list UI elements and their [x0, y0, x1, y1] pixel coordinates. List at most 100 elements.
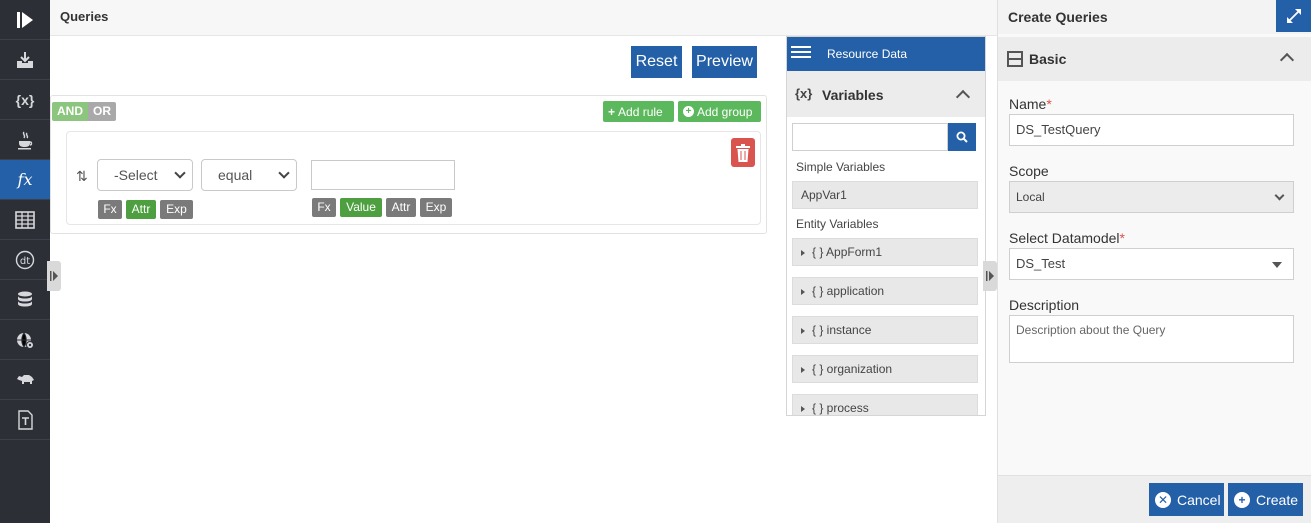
description-label: Description	[1009, 297, 1080, 313]
create-panel-title: Create Queries	[1008, 9, 1108, 25]
scope-select[interactable]: Local	[1009, 181, 1294, 213]
right-tag-exp[interactable]: Exp	[420, 198, 452, 217]
entity-variable-item[interactable]: { } process	[792, 394, 978, 415]
text-document-icon	[18, 409, 33, 430]
app-root: {x} fx dt Queries Reset Preview AND OR +…	[0, 0, 1311, 523]
cancel-button[interactable]: ✕ Cancel	[1149, 483, 1224, 516]
caret-right-icon	[801, 328, 805, 334]
rail-item-functions[interactable]: fx	[0, 160, 50, 200]
trash-icon	[736, 143, 750, 162]
entity-variable-label: { } organization	[812, 362, 893, 376]
right-tag-value[interactable]: Value	[340, 198, 382, 217]
cancel-label: Cancel	[1177, 491, 1221, 508]
close-circle-icon: ✕	[1155, 491, 1171, 508]
chevron-up-icon[interactable]	[1279, 52, 1295, 68]
add-group-button[interactable]: + Add group	[678, 101, 761, 122]
create-panel-header: Create Queries	[998, 0, 1311, 34]
globe-gear-icon	[17, 332, 34, 349]
plus-icon: +	[608, 104, 616, 119]
operator-select-value: equal	[218, 167, 253, 183]
chevron-down-icon	[174, 167, 186, 179]
right-tag-fx[interactable]: Fx	[312, 198, 336, 217]
entity-variable-label: { } AppForm1	[812, 245, 883, 259]
add-group-label: Add group	[697, 104, 753, 119]
collapse-handle-icon	[986, 271, 994, 281]
description-textarea[interactable]: Description about the Query	[1009, 315, 1294, 363]
entity-variable-item[interactable]: { } application	[792, 277, 978, 305]
rail-item-database[interactable]	[0, 280, 50, 320]
resource-panel: Resource Data {x} Variables Simple Varia…	[786, 36, 986, 416]
simple-variables-label: Simple Variables	[796, 160, 886, 174]
variable-search-input[interactable]	[792, 123, 948, 151]
basic-section-header[interactable]: Basic	[998, 37, 1311, 81]
expand-button[interactable]	[1276, 0, 1311, 32]
svg-text:dt: dt	[20, 256, 30, 267]
rail-item-rhino[interactable]	[0, 360, 50, 400]
entity-variable-label: { } process	[812, 401, 869, 415]
left-tag-fx[interactable]: Fx	[98, 200, 122, 219]
simple-variable-item[interactable]: AppVar1	[792, 181, 978, 209]
reset-button[interactable]: Reset	[631, 46, 682, 78]
entity-variables-label: Entity Variables	[796, 217, 879, 231]
entity-variable-label: { } instance	[812, 323, 872, 337]
menu-icon[interactable]	[791, 46, 811, 62]
add-rule-label: Add rule	[618, 104, 663, 119]
entity-variable-item[interactable]: { } AppForm1	[792, 238, 978, 266]
entity-variable-item[interactable]: { } instance	[792, 316, 978, 344]
add-rule-button[interactable]: + Add rule	[603, 101, 674, 122]
condition-toggle: AND OR	[52, 102, 116, 121]
or-button[interactable]: OR	[88, 102, 116, 121]
delete-rule-button[interactable]	[731, 138, 755, 167]
create-button[interactable]: + Create	[1228, 483, 1303, 516]
caret-right-icon	[801, 289, 805, 295]
datamodel-label: Select Datamodel*	[1009, 230, 1125, 246]
and-button[interactable]: AND	[52, 102, 88, 121]
left-tag-exp[interactable]: Exp	[160, 200, 193, 219]
datamodel-select[interactable]: DS_Test	[1009, 248, 1294, 280]
java-cup-icon	[18, 131, 33, 149]
rail-item-services[interactable]	[0, 320, 50, 360]
name-input[interactable]: DS_TestQuery	[1009, 114, 1294, 146]
left-tag-attr[interactable]: Attr	[126, 200, 156, 219]
entity-variable-label: { } application	[812, 284, 885, 298]
variables-section-header[interactable]: {x} Variables	[787, 71, 985, 117]
create-label: Create	[1256, 491, 1299, 508]
caret-right-icon	[801, 367, 805, 373]
scope-label: Scope	[1009, 163, 1049, 179]
field-select-value: -Select	[114, 167, 158, 183]
form-section-icon	[1007, 51, 1023, 67]
plus-circle-icon: +	[1234, 491, 1250, 508]
rail-logo[interactable]	[0, 0, 50, 40]
preview-button[interactable]: Preview	[692, 46, 757, 78]
name-label: Name*	[1009, 96, 1052, 112]
chevron-up-icon[interactable]	[955, 89, 971, 105]
field-select[interactable]: -Select	[97, 159, 193, 191]
basic-section-title: Basic	[1029, 51, 1067, 67]
operator-select[interactable]: equal	[201, 159, 297, 191]
search-icon	[956, 131, 968, 143]
resource-panel-title: Resource Data	[827, 47, 908, 61]
chevron-down-icon	[1274, 190, 1285, 201]
rail-item-datatable[interactable]: dt	[0, 240, 50, 280]
datatable-icon: dt	[15, 250, 35, 269]
expand-icon	[1287, 9, 1301, 23]
database-icon	[18, 291, 32, 306]
rail-item-import[interactable]	[0, 40, 50, 80]
main-header: Queries	[50, 0, 997, 36]
sort-handle-icon[interactable]: ⇅	[76, 168, 88, 185]
variables-icon: {x}	[795, 86, 813, 101]
rail-item-tables[interactable]	[0, 200, 50, 240]
rhino-icon	[17, 374, 34, 384]
left-collapse-handle[interactable]	[47, 261, 61, 291]
rail-item-java[interactable]	[0, 120, 50, 160]
right-collapse-handle[interactable]	[983, 261, 997, 291]
right-tag-attr[interactable]: Attr	[386, 198, 416, 217]
variable-search-button[interactable]	[948, 123, 976, 151]
plus-circle-icon: +	[683, 106, 694, 117]
entity-variable-item[interactable]: { } organization	[792, 355, 978, 383]
rail-item-templates[interactable]	[0, 400, 50, 440]
caret-right-icon	[801, 250, 805, 256]
function-icon: fx	[17, 170, 33, 189]
rule-value-input[interactable]	[311, 160, 455, 190]
rail-item-variables[interactable]: {x}	[0, 80, 50, 120]
